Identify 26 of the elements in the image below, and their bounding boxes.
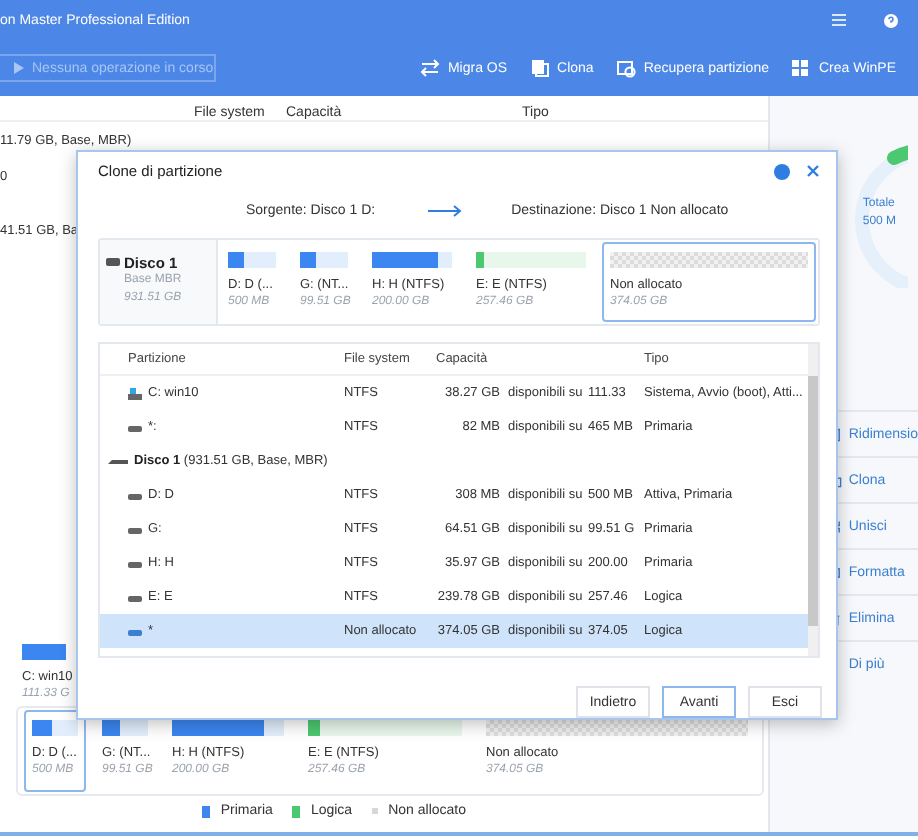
usage-bar — [32, 720, 78, 736]
usage-bar — [172, 720, 284, 736]
scrollbar[interactable] — [808, 344, 818, 656]
usage-bar — [372, 252, 452, 268]
grid-icon — [790, 58, 811, 78]
usage-ring-drawing — [854, 144, 909, 288]
swap-arrows-icon — [419, 58, 440, 78]
close-icon[interactable] — [806, 164, 820, 178]
drive-icon — [128, 591, 142, 603]
drive-icon — [128, 489, 142, 501]
usage-bar — [476, 252, 586, 268]
drive-icon — [105, 258, 119, 266]
drive-icon — [128, 557, 142, 569]
drive-icon — [128, 523, 142, 535]
usage-bar — [228, 252, 276, 268]
drive-icon — [128, 625, 142, 637]
right-arrow-icon — [427, 203, 464, 217]
usage-bar — [300, 252, 348, 268]
drive-icon — [108, 457, 128, 465]
usage-bar — [102, 720, 148, 736]
play-icon — [14, 62, 24, 74]
menu-icon[interactable] — [832, 14, 846, 26]
usage-bar — [22, 644, 66, 660]
drive-icon — [128, 421, 142, 433]
drive-clock-icon — [615, 58, 636, 78]
system-drive-icon — [128, 387, 142, 399]
